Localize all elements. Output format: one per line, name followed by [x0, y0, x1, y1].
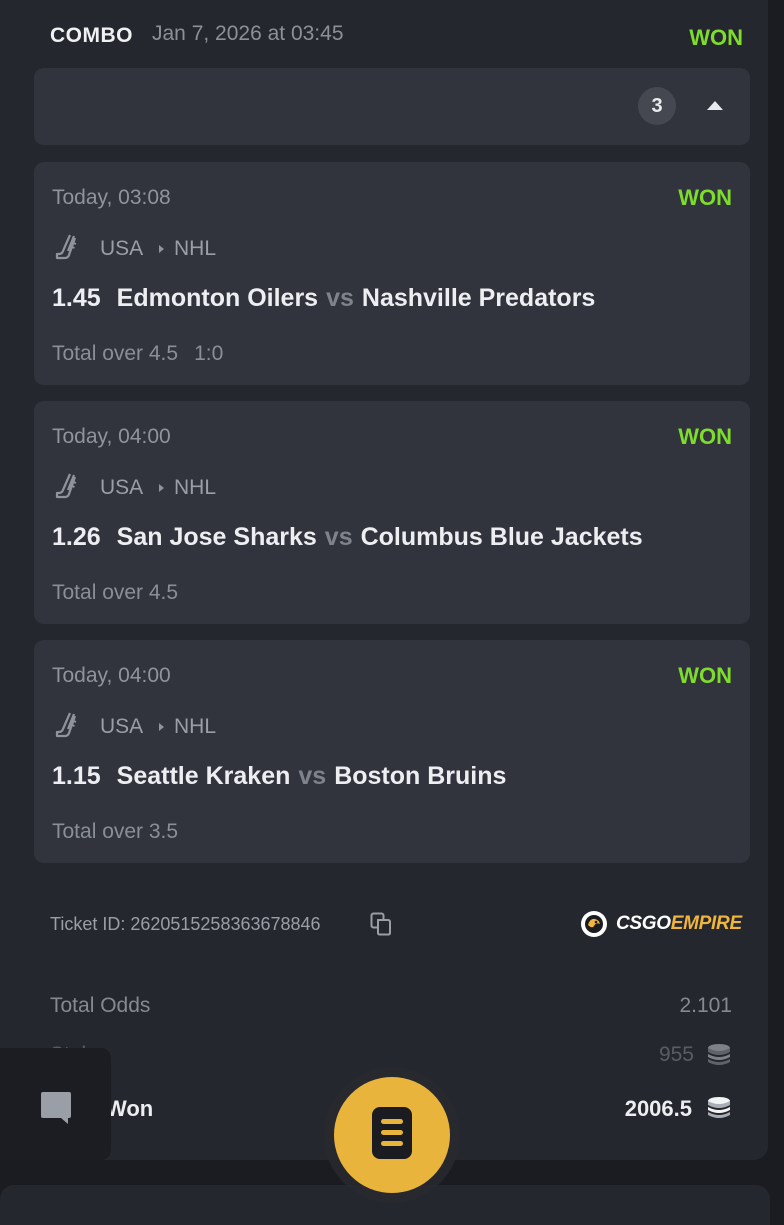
- bet-leg[interactable]: Today, 04:00 WON USA NHL 1.15 Seattle Kra…: [34, 640, 750, 863]
- total-odds-row: Total Odds 2.101: [50, 994, 732, 1024]
- leg-market: Total over 4.5: [52, 581, 178, 605]
- leg-market-name: Total over 4.5: [52, 581, 179, 604]
- leg-status-badge: WON: [678, 185, 732, 210]
- total-odds-label: Total Odds: [50, 994, 151, 1017]
- leg-away-team: Columbus Blue Jackets: [360, 523, 643, 551]
- brand-csgo: CSGO: [616, 913, 671, 934]
- coins-icon: [708, 1044, 730, 1065]
- leg-market: Total over 3.5: [52, 820, 178, 844]
- leg-vs: vs: [324, 523, 353, 551]
- hockey-stick-icon: [55, 473, 77, 499]
- bet-leg[interactable]: Today, 03:08 WON USA NHL 1.45 Edmonton Oi…: [34, 162, 750, 385]
- bet-leg[interactable]: Today, 04:00 WON USA NHL 1.26 San Jose Sh…: [34, 401, 750, 624]
- bet-slip-icon: [372, 1107, 412, 1159]
- leg-league: NHL: [174, 237, 217, 260]
- stake-value: 955: [658, 1043, 694, 1066]
- leg-time: Today, 04:00: [52, 664, 171, 687]
- leg-vs: vs: [298, 762, 327, 790]
- leg-time: Today, 03:08: [52, 186, 171, 209]
- chat-widget-button[interactable]: [0, 1048, 111, 1160]
- coins-icon: [708, 1097, 730, 1118]
- leg-away-team: Nashville Predators: [361, 284, 596, 312]
- leg-market: Total over 4.5 1:0: [52, 342, 223, 366]
- ticket-id: Ticket ID: 2620515258363678846: [50, 914, 321, 934]
- bet-slip-button[interactable]: [334, 1077, 450, 1193]
- leg-odds: 1.45: [52, 284, 101, 312]
- legs-toggle[interactable]: 3: [34, 68, 750, 145]
- copy-icon[interactable]: [370, 912, 392, 936]
- leg-country: USA: [100, 237, 144, 260]
- bet-type: COMBO: [50, 24, 133, 47]
- leg-league: NHL: [174, 715, 217, 738]
- caret-right-icon: [159, 484, 164, 492]
- leg-home-team: Edmonton Oilers: [116, 284, 319, 312]
- leg-time: Today, 04:00: [52, 425, 171, 448]
- leg-away-team: Boston Bruins: [334, 762, 507, 790]
- leg-odds: 1.26: [52, 523, 101, 551]
- won-value: 2006.5: [624, 1096, 692, 1121]
- hockey-stick-icon: [55, 712, 77, 738]
- caret-right-icon: [159, 245, 164, 253]
- leg-match: 1.15 Seattle Kraken vs Boston Bruins: [52, 762, 740, 791]
- leg-home-team: Seattle Kraken: [116, 762, 291, 790]
- leg-market-name: Total over 3.5: [52, 820, 179, 843]
- bet-ticket: COMBO Jan 7, 2026 at 03:45 WON 3 Today, …: [0, 0, 768, 1160]
- leg-home-team: San Jose Sharks: [116, 523, 317, 551]
- leg-match: 1.26 San Jose Sharks vs Columbus Blue Jacke…: [52, 523, 740, 552]
- bet-date: Jan 7, 2026 at 03:45: [152, 22, 344, 45]
- caret-right-icon: [159, 723, 164, 731]
- chat-bubble-icon: [41, 1092, 71, 1124]
- brand-name: CSGOEMPIRE: [616, 913, 742, 935]
- legs-count-badge: 3: [638, 87, 676, 125]
- leg-league: NHL: [174, 476, 217, 499]
- ticket-status-badge: WON: [689, 25, 743, 50]
- leg-country: USA: [100, 715, 144, 738]
- won-label: Won: [106, 1096, 154, 1121]
- leg-market-name: Total over 4.5: [52, 342, 179, 365]
- leg-vs: vs: [326, 284, 354, 312]
- total-odds-value: 2.101: [679, 994, 732, 1017]
- text-fade-overlay: [680, 519, 750, 559]
- ticket-header: COMBO Jan 7, 2026 at 03:45 WON: [50, 20, 750, 52]
- caret-up-icon: [707, 101, 723, 110]
- leg-status-badge: WON: [678, 663, 732, 688]
- leg-score: 1:0: [194, 342, 224, 365]
- stake-row: Stake 955: [50, 1043, 732, 1073]
- csgoempire-logo: CSGOEMPIRE: [580, 908, 742, 940]
- leg-odds: 1.15: [52, 762, 101, 790]
- empire-emblem-icon: [581, 911, 607, 937]
- leg-status-badge: WON: [678, 424, 732, 449]
- hockey-stick-icon: [55, 234, 77, 260]
- leg-country: USA: [100, 476, 144, 499]
- leg-match: 1.45 Edmonton Oilers vs Nashville Predators: [52, 284, 740, 313]
- brand-empire: EMPIRE: [670, 913, 742, 934]
